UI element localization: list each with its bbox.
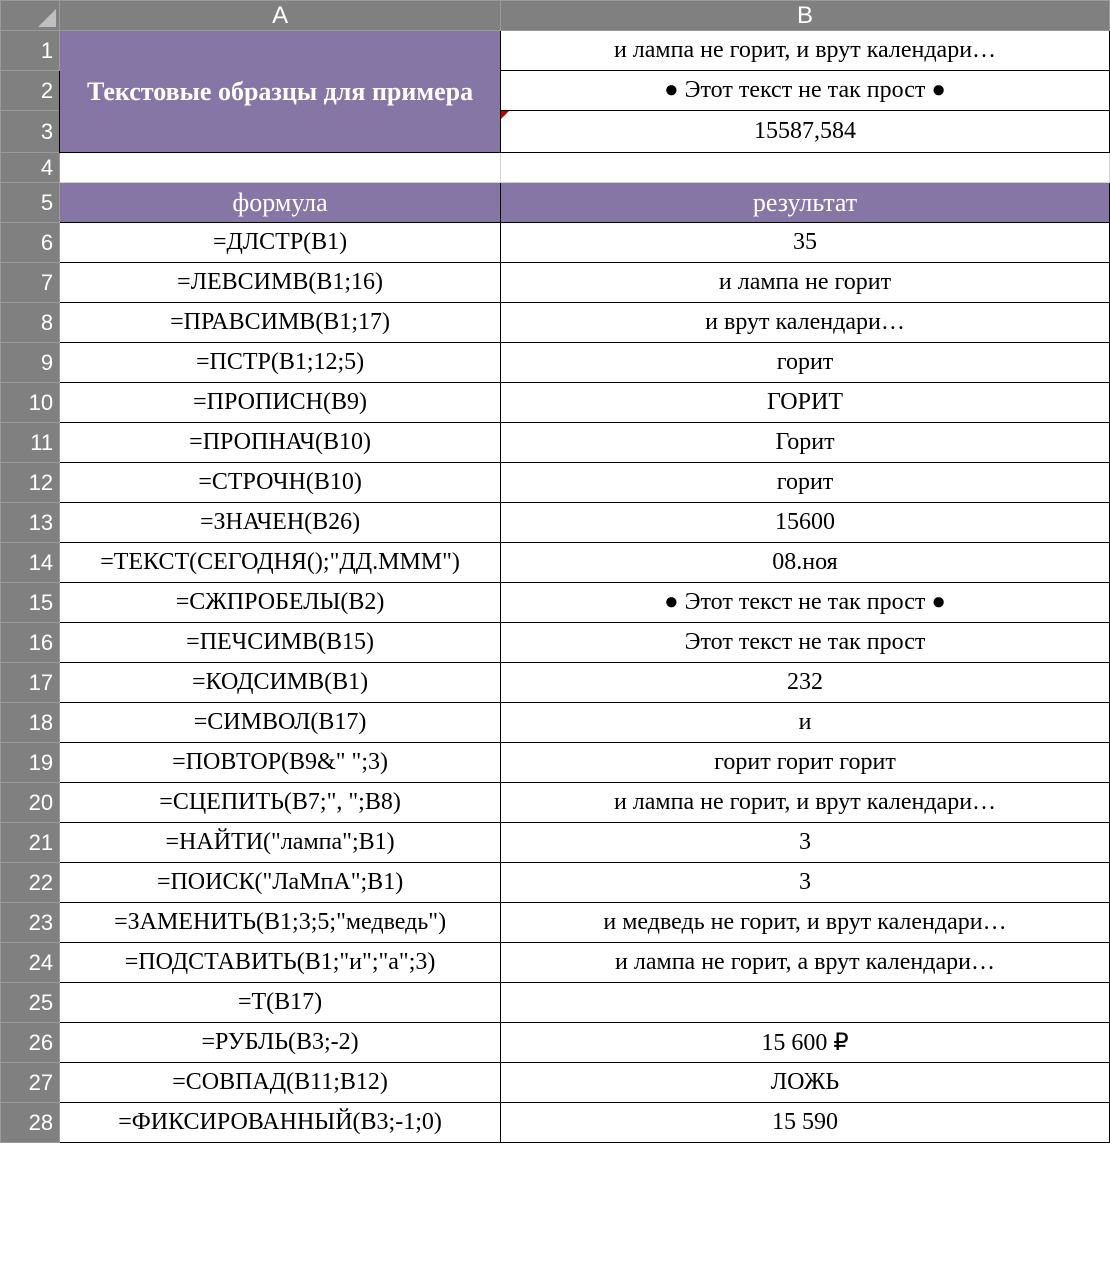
cell-a10[interactable]: =ПРОПИСН(B9) (60, 383, 501, 423)
row-header-3[interactable]: 3 (1, 111, 60, 153)
cell-b13[interactable]: 15600 (501, 503, 1110, 543)
cell-a18[interactable]: =СИМВОЛ(B17) (60, 703, 501, 743)
cell-a26[interactable]: =РУБЛЬ(B3;-2) (60, 1023, 501, 1063)
cell-b24[interactable]: и лампа не горит, а врут календари… (501, 943, 1110, 983)
cell-b7[interactable]: и лампа не горит (501, 263, 1110, 303)
header-result[interactable]: результат (501, 183, 1110, 223)
row-header-17[interactable]: 17 (1, 663, 60, 703)
row-header-27[interactable]: 27 (1, 1063, 60, 1103)
cell-b2[interactable]: ● Этот текст не так прост ● (501, 71, 1110, 111)
row-header-6[interactable]: 6 (1, 223, 60, 263)
row-header-1[interactable]: 1 (1, 31, 60, 71)
cell-b1[interactable]: и лампа не горит, и врут календари… (501, 31, 1110, 71)
cell-a17[interactable]: =КОДСИМВ(B1) (60, 663, 501, 703)
row-header-5[interactable]: 5 (1, 183, 60, 223)
row-header-18[interactable]: 18 (1, 703, 60, 743)
row-header-11[interactable]: 11 (1, 423, 60, 463)
cell-a9[interactable]: =ПСТР(B1;12;5) (60, 343, 501, 383)
row-header-20[interactable]: 20 (1, 783, 60, 823)
row-header-4[interactable]: 4 (1, 153, 60, 183)
row-header-10[interactable]: 10 (1, 383, 60, 423)
column-header-a[interactable]: A (60, 1, 501, 31)
cell-a4[interactable] (60, 153, 501, 183)
row-header-16[interactable]: 16 (1, 623, 60, 663)
cell-b12[interactable]: горит (501, 463, 1110, 503)
cell-a21[interactable]: =НАЙТИ("лампа";B1) (60, 823, 501, 863)
cell-b10[interactable]: ГОРИТ (501, 383, 1110, 423)
select-all-corner[interactable] (1, 1, 60, 31)
cell-a15[interactable]: =СЖПРОБЕЛЫ(B2) (60, 583, 501, 623)
cell-a22[interactable]: =ПОИСК("ЛаМпА";B1) (60, 863, 501, 903)
cell-b27[interactable]: ЛОЖЬ (501, 1063, 1110, 1103)
cell-a28[interactable]: =ФИКСИРОВАННЫЙ(B3;-1;0) (60, 1103, 501, 1143)
header-formula[interactable]: формула (60, 183, 501, 223)
row-header-14[interactable]: 14 (1, 543, 60, 583)
row-header-9[interactable]: 9 (1, 343, 60, 383)
cell-a19[interactable]: =ПОВТОР(B9&" ";3) (60, 743, 501, 783)
cell-b8[interactable]: и врут календари… (501, 303, 1110, 343)
row-header-22[interactable]: 22 (1, 863, 60, 903)
cell-b4[interactable] (501, 153, 1110, 183)
merged-title-cell[interactable]: Текстовые образцы для примера (60, 31, 501, 153)
cell-b21[interactable]: 3 (501, 823, 1110, 863)
cell-b16[interactable]: Этот текст не так прост (501, 623, 1110, 663)
row-header-8[interactable]: 8 (1, 303, 60, 343)
row-header-26[interactable]: 26 (1, 1023, 60, 1063)
cell-a16[interactable]: =ПЕЧСИМВ(B15) (60, 623, 501, 663)
row-header-25[interactable]: 25 (1, 983, 60, 1023)
row-header-15[interactable]: 15 (1, 583, 60, 623)
cell-a23[interactable]: =ЗАМЕНИТЬ(B1;3;5;"медведь") (60, 903, 501, 943)
row-header-24[interactable]: 24 (1, 943, 60, 983)
cell-b22[interactable]: 3 (501, 863, 1110, 903)
cell-a25[interactable]: =Т(B17) (60, 983, 501, 1023)
cell-b26[interactable]: 15 600 ₽ (501, 1023, 1110, 1063)
cell-b9[interactable]: горит (501, 343, 1110, 383)
cell-a11[interactable]: =ПРОПНАЧ(B10) (60, 423, 501, 463)
cell-b20[interactable]: и лампа не горит, и врут календари… (501, 783, 1110, 823)
cell-b19[interactable]: горит горит горит (501, 743, 1110, 783)
cell-a13[interactable]: =ЗНАЧЕН(B26) (60, 503, 501, 543)
row-header-7[interactable]: 7 (1, 263, 60, 303)
cell-a7[interactable]: =ЛЕВСИМВ(B1;16) (60, 263, 501, 303)
cell-a6[interactable]: =ДЛСТР(B1) (60, 223, 501, 263)
cell-b18[interactable]: и (501, 703, 1110, 743)
cell-b11[interactable]: Горит (501, 423, 1110, 463)
row-header-21[interactable]: 21 (1, 823, 60, 863)
cell-b6[interactable]: 35 (501, 223, 1110, 263)
cell-b25[interactable] (501, 983, 1110, 1023)
cell-b14[interactable]: 08.ноя (501, 543, 1110, 583)
cell-b23[interactable]: и медведь не горит, и врут календари… (501, 903, 1110, 943)
row-header-13[interactable]: 13 (1, 503, 60, 543)
row-header-28[interactable]: 28 (1, 1103, 60, 1143)
row-header-23[interactable]: 23 (1, 903, 60, 943)
cell-a14[interactable]: =ТЕКСТ(СЕГОДНЯ();"ДД.МММ") (60, 543, 501, 583)
cell-a8[interactable]: =ПРАВСИМВ(B1;17) (60, 303, 501, 343)
cell-b15[interactable]: ● Этот текст не так прост ● (501, 583, 1110, 623)
cell-b17[interactable]: 232 (501, 663, 1110, 703)
cell-a20[interactable]: =СЦЕПИТЬ(B7;", ";B8) (60, 783, 501, 823)
row-header-19[interactable]: 19 (1, 743, 60, 783)
column-header-b[interactable]: B (501, 1, 1110, 31)
row-header-12[interactable]: 12 (1, 463, 60, 503)
cell-b3[interactable]: 15587,584 (501, 111, 1110, 153)
cell-a12[interactable]: =СТРОЧН(B10) (60, 463, 501, 503)
cell-b28[interactable]: 15 590 (501, 1103, 1110, 1143)
cell-a24[interactable]: =ПОДСТАВИТЬ(B1;"и";"а";3) (60, 943, 501, 983)
row-header-2[interactable]: 2 (1, 71, 60, 111)
cell-a27[interactable]: =СОВПАД(B11;B12) (60, 1063, 501, 1103)
spreadsheet-grid: A B 1 Текстовые образцы для примера и ла… (0, 0, 1110, 1143)
